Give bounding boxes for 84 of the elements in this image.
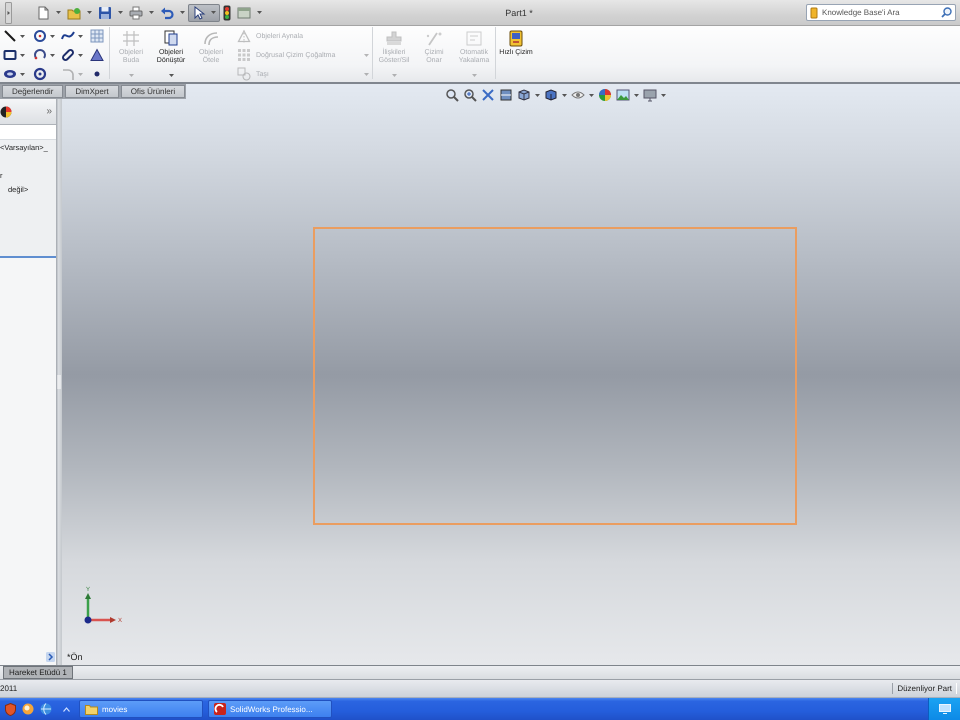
folder-icon[interactable]: [67, 6, 81, 20]
notepad-icon: [507, 30, 525, 47]
save-icon[interactable]: [98, 6, 112, 20]
more-tabs-button[interactable]: »: [46, 106, 52, 116]
triangle-icon: [237, 29, 251, 43]
status-text: 2011: [0, 684, 18, 693]
orb-icon[interactable]: [22, 703, 34, 715]
bottom-tab[interactable]: Hareket Etüdü 1: [3, 666, 73, 679]
caret-icon[interactable]: [534, 94, 540, 96]
select-button[interactable]: [188, 4, 220, 22]
cube-icon[interactable]: [516, 88, 530, 102]
grip-icon[interactable]: [5, 2, 12, 24]
caret-icon[interactable]: [634, 94, 638, 96]
window-title: Part1 *: [505, 8, 533, 18]
chevron-up-icon[interactable]: [63, 706, 70, 712]
color-wheel-icon[interactable]: [0, 106, 12, 118]
caret-icon[interactable]: [87, 11, 92, 14]
pencil-icon: [425, 30, 443, 47]
chevron-right-icon[interactable]: [46, 652, 55, 662]
globe-icon[interactable]: [40, 703, 52, 715]
color-ball-icon[interactable]: [598, 88, 612, 102]
command-tab[interactable]: Ofis Ürünleri: [120, 85, 186, 98]
caret-icon[interactable]: [20, 72, 25, 76]
caret-icon[interactable]: [211, 11, 216, 14]
caret-icon[interactable]: [149, 11, 154, 14]
cursor-icon: [192, 6, 206, 20]
search-icon[interactable]: [941, 7, 952, 18]
caret-icon[interactable]: [78, 34, 83, 38]
caret-icon[interactable]: [50, 54, 55, 56]
status-text: Düzenliyor Part: [892, 683, 957, 694]
window-icon[interactable]: [237, 6, 251, 20]
x-axis-arrow: [90, 617, 116, 623]
magnifier-icon[interactable]: [462, 88, 476, 102]
monitor-icon[interactable]: [642, 88, 656, 102]
caret-icon[interactable]: [20, 54, 25, 56]
triangle-icon[interactable]: [90, 48, 104, 62]
line-icon[interactable]: [3, 29, 17, 43]
split-box-icon[interactable]: [498, 88, 512, 102]
monitor-icon[interactable]: [939, 704, 951, 714]
frame-icon: [465, 30, 483, 47]
rectangle-icon[interactable]: [3, 48, 17, 62]
crossed-lines-icon: [122, 30, 140, 47]
circle-icon[interactable]: [33, 29, 47, 43]
book-icon: [810, 7, 818, 19]
caret-icon[interactable]: [78, 54, 83, 56]
undo-icon[interactable]: [160, 6, 174, 20]
folder-icon: [85, 704, 98, 714]
magnifier-icon[interactable]: [444, 88, 458, 102]
view-label: *Ön: [67, 652, 83, 662]
landscape-icon[interactable]: [616, 88, 630, 102]
search-field[interactable]: Knowledge Base'i Ara: [806, 4, 956, 21]
logo-icon: [214, 703, 226, 715]
arc-icon[interactable]: [33, 48, 47, 62]
origin-dot: [84, 616, 92, 624]
command-tab[interactable]: DimXpert: [65, 85, 119, 98]
grid-icon: [237, 48, 251, 62]
caret-icon[interactable]: [588, 94, 594, 96]
slot-icon[interactable]: [61, 48, 75, 62]
stamp-icon: [385, 30, 403, 47]
caret-icon[interactable]: [562, 94, 566, 96]
caret-icon[interactable]: [660, 94, 666, 96]
curved-lines-icon: [202, 30, 220, 47]
taskbar-button[interactable]: movies: [79, 700, 203, 718]
caret-icon[interactable]: [257, 11, 262, 14]
ellipse-icon[interactable]: [3, 67, 17, 81]
caret-icon[interactable]: [56, 11, 61, 14]
command-tab[interactable]: Değerlendir: [2, 85, 64, 98]
new-document-icon[interactable]: [36, 6, 50, 20]
traffic-light-icon[interactable]: [223, 4, 231, 20]
grid-icon[interactable]: [90, 29, 104, 43]
caret-icon[interactable]: [180, 11, 185, 14]
y-axis-arrow: [85, 593, 91, 619]
ring-icon[interactable]: [33, 67, 47, 81]
documents-icon: [162, 30, 180, 47]
caret-icon[interactable]: [20, 34, 25, 38]
taskbar-button[interactable]: SolidWorks Professio...: [208, 700, 332, 718]
splitter-grip-icon[interactable]: [57, 374, 61, 390]
printer-icon[interactable]: [129, 6, 143, 20]
caret-icon[interactable]: [50, 34, 55, 38]
shaded-cube-icon[interactable]: [544, 88, 558, 102]
crossed-lines-icon[interactable]: [480, 88, 494, 102]
caret-icon[interactable]: [118, 11, 123, 14]
shapes-icon: [237, 67, 251, 81]
caret-icon[interactable]: [168, 74, 174, 77]
